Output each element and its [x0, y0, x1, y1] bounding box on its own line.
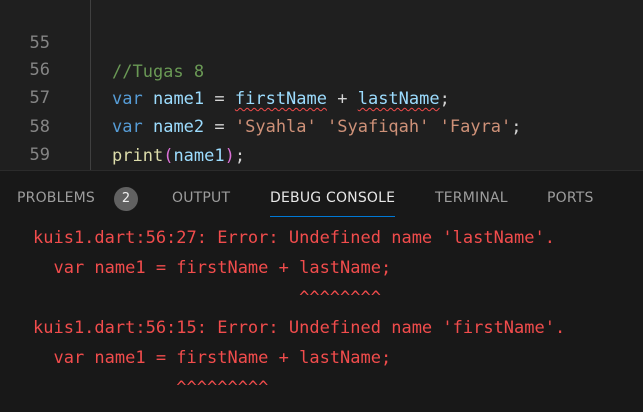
tab-debug-console[interactable]: DEBUG CONSOLE: [270, 171, 396, 217]
tab-output[interactable]: OUTPUT: [172, 171, 230, 217]
code-editor[interactable]: 55 //Tugas 8 56 var name1 = firstName + …: [0, 0, 643, 170]
code-line-56[interactable]: 56 var name1 = firstName + lastName;: [0, 27, 643, 109]
tab-problems[interactable]: PROBLEMS: [17, 171, 95, 217]
console-line: kuis1.dart:56:15: Error: Undefined name …: [33, 318, 566, 338]
tab-ports[interactable]: PORTS: [547, 171, 594, 217]
bottom-panel: PROBLEMS 2 OUTPUT DEBUG CONSOLE TERMINAL…: [0, 170, 643, 412]
code-line-59[interactable]: 59 print(name2);: [0, 112, 643, 165]
console-line: ^^^^^^^^: [33, 288, 381, 308]
console-line: var name1 = firstName + lastName;: [33, 258, 392, 278]
panel-tab-bar: PROBLEMS 2 OUTPUT DEBUG CONSOLE TERMINAL…: [0, 171, 643, 217]
console-line: var name1 = firstName + lastName;: [33, 348, 392, 368]
problems-count-badge: 2: [114, 187, 138, 211]
code-line-55[interactable]: 55 //Tugas 8: [0, 0, 643, 82]
tab-terminal[interactable]: TERMINAL: [435, 171, 508, 217]
code-line-58[interactable]: 58 print(name1);: [0, 84, 643, 166]
console-line: kuis1.dart:56:27: Error: Undefined name …: [33, 228, 555, 248]
console-line: ^^^^^^^^^: [33, 378, 269, 398]
code-line-57[interactable]: 57 var name2 = 'Syahla' 'Syafiqah' 'Fayr…: [0, 55, 643, 137]
code-line-60[interactable]: 60: [0, 141, 643, 170]
